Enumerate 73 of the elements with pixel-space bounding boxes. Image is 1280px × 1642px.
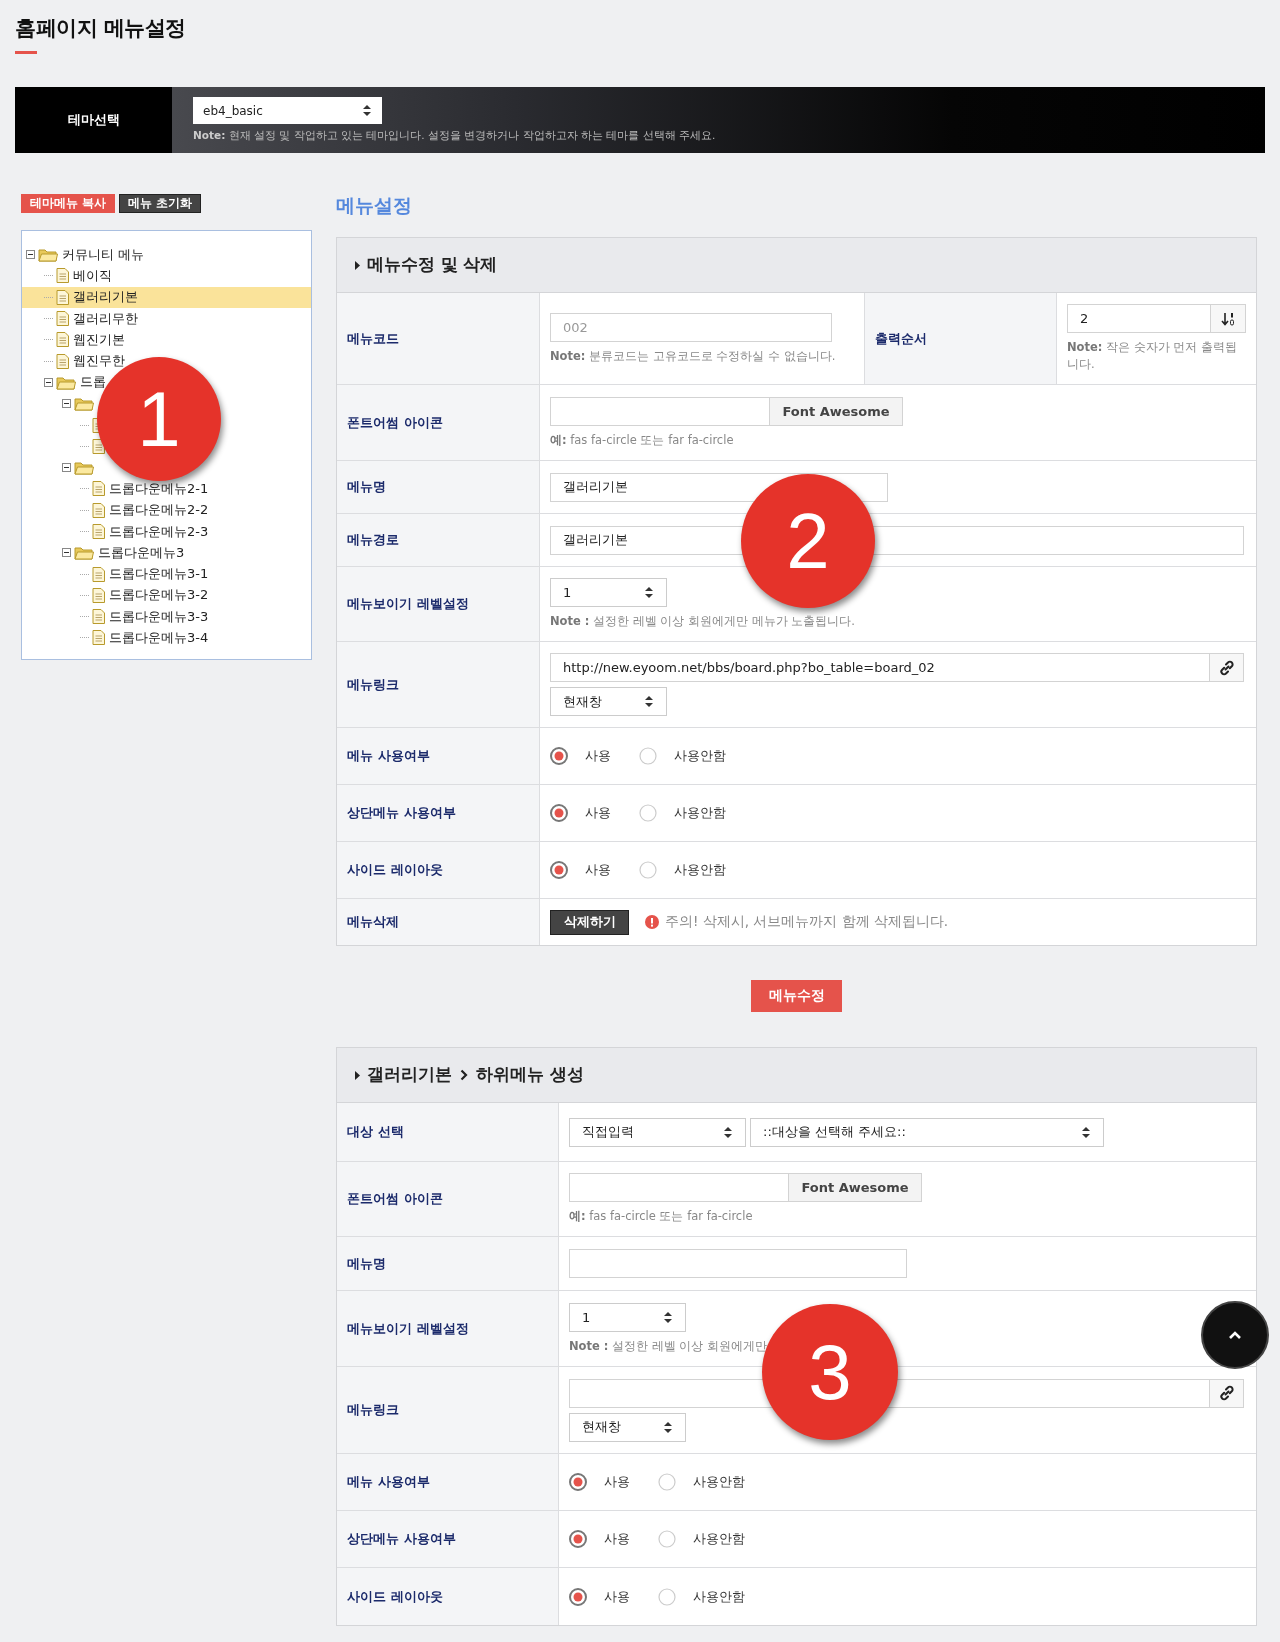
- radio-option[interactable]: 사용안함: [658, 1587, 745, 1606]
- tree-item[interactable]: 드롭다운메뉴3-2: [22, 584, 311, 607]
- radio-option[interactable]: 사용안함: [658, 1530, 745, 1548]
- select-field[interactable]: 현재창: [569, 1412, 686, 1442]
- tree-item[interactable]: 웹진무한: [22, 350, 311, 372]
- field-label: 출력순서: [864, 293, 1057, 384]
- field-label: 사이드 레이아웃: [337, 842, 540, 898]
- field-label: 대상 선택: [337, 1103, 559, 1161]
- select-field[interactable]: 직접입력: [569, 1117, 746, 1147]
- tree-item[interactable]: 갤러리무한: [22, 307, 311, 330]
- radio-option[interactable]: 사용안함: [658, 1473, 745, 1491]
- help-text: 예: fas fa-circle 또는 far fa-circle: [550, 431, 735, 449]
- field-label: 사이드 레이아웃: [337, 1568, 559, 1625]
- theme-note: Note: 현재 설정 및 작업하고 있는 테마입니다. 설정을 변경하거나 작업하고자 하는 테마를 선택해 주세요.: [193, 129, 716, 143]
- select-field[interactable]: ::대상을 선택해 주세요::: [750, 1117, 1104, 1147]
- field-label: 메뉴코드: [337, 293, 540, 384]
- field-label: 메뉴링크: [337, 1367, 559, 1453]
- number-field[interactable]: 2: [1067, 304, 1246, 333]
- page-title: 홈페이지 메뉴설정: [15, 15, 187, 42]
- field-label: 메뉴삭제: [337, 899, 540, 945]
- radio-option[interactable]: 사용: [550, 747, 611, 765]
- radio-option[interactable]: 사용: [569, 1587, 630, 1606]
- tree-button[interactable]: 메뉴 초기화: [119, 194, 202, 213]
- radio-option[interactable]: 사용: [550, 861, 611, 879]
- radio-option[interactable]: 사용안함: [639, 861, 726, 879]
- panel-title: 하위메뉴 생성: [476, 1064, 584, 1086]
- section-heading: 메뉴설정: [336, 193, 413, 218]
- tree-item[interactable]: 드롭다운메뉴2-2: [22, 499, 311, 521]
- radio-option[interactable]: 사용안함: [639, 804, 726, 822]
- submit-button[interactable]: 메뉴수정: [751, 980, 842, 1012]
- tree-item[interactable]: 갤러리기본: [22, 286, 311, 308]
- field-label: 메뉴명: [337, 461, 540, 513]
- help-text: Note: 분류코드는 고유코드로 수정하실 수 없습니다.: [550, 347, 837, 365]
- select-field[interactable]: eb4_basic: [193, 97, 382, 124]
- select-field[interactable]: 1: [569, 1302, 686, 1332]
- field-label: 상단메뉴 사용여부: [337, 1511, 559, 1567]
- delete-button[interactable]: 삭제하기: [550, 909, 629, 935]
- field-label: 메뉴보이기 레벨설정: [337, 1291, 559, 1366]
- field-label: 폰트어썸 아이콘: [337, 1162, 559, 1236]
- tree-item[interactable]: 드롭다운메뉴2-1: [22, 478, 311, 500]
- theme-label: 테마선택: [15, 87, 172, 153]
- field-label: 메뉴링크: [337, 642, 540, 727]
- tree-item[interactable]: 드롭다운메뉴3: [22, 542, 311, 564]
- field-label: 메뉴보이기 레벨설정: [337, 567, 540, 641]
- field-label: 메뉴 사용여부: [337, 1454, 559, 1510]
- warning-text: 주의! 삭제시, 서브메뉴까지 함께 삭제됩니다.: [665, 913, 949, 931]
- radio-option[interactable]: 사용: [569, 1473, 630, 1491]
- radio-option[interactable]: 사용안함: [639, 747, 726, 765]
- tree-item[interactable]: 웹진기본: [22, 329, 311, 351]
- radio-option[interactable]: 사용: [569, 1530, 630, 1548]
- field-label: 메뉴 사용여부: [337, 728, 540, 784]
- tree-item[interactable]: 드롭다운메뉴3-1: [22, 563, 311, 585]
- field-label: 메뉴경로: [337, 514, 540, 566]
- tree-item[interactable]: 드롭다운메뉴3-3: [22, 606, 311, 628]
- tree-item[interactable]: 베이직: [22, 265, 311, 287]
- tree-item[interactable]: 드롭다운메뉴2-3: [22, 520, 311, 543]
- breadcrumb-parent: 갤러리기본: [367, 1064, 452, 1086]
- field-label: 폰트어썸 아이콘: [337, 385, 540, 460]
- tree-item[interactable]: 드롭다운메뉴3-4: [22, 627, 311, 649]
- tree-item[interactable]: 커뮤니티 메뉴: [22, 244, 311, 266]
- help-text: 예: fas fa-circle 또는 far fa-circle: [569, 1208, 754, 1225]
- select-field[interactable]: 1: [550, 578, 667, 607]
- help-text: Note: 작은 숫자가 먼저 출력됩니다.: [1067, 339, 1239, 373]
- radio-option[interactable]: 사용: [550, 804, 611, 822]
- help-text: Note : 설정한 레벨 이상 회원에게만 메뉴가 노출됩니다.: [550, 613, 857, 630]
- field-label: 상단메뉴 사용여부: [337, 785, 540, 841]
- panel-title: 메뉴수정 및 삭제: [367, 254, 498, 276]
- select-field[interactable]: 현재창: [550, 687, 667, 716]
- input-field[interactable]: http://new.eyoom.net/bbs/board.php?bo_table=board_02: [550, 653, 1210, 682]
- tree-button[interactable]: 테마메뉴 복사: [21, 194, 115, 213]
- field-label: 메뉴명: [337, 1237, 559, 1290]
- font-awesome-button[interactable]: Font Awesome: [770, 396, 903, 426]
- font-awesome-button[interactable]: Font Awesome: [789, 1173, 922, 1202]
